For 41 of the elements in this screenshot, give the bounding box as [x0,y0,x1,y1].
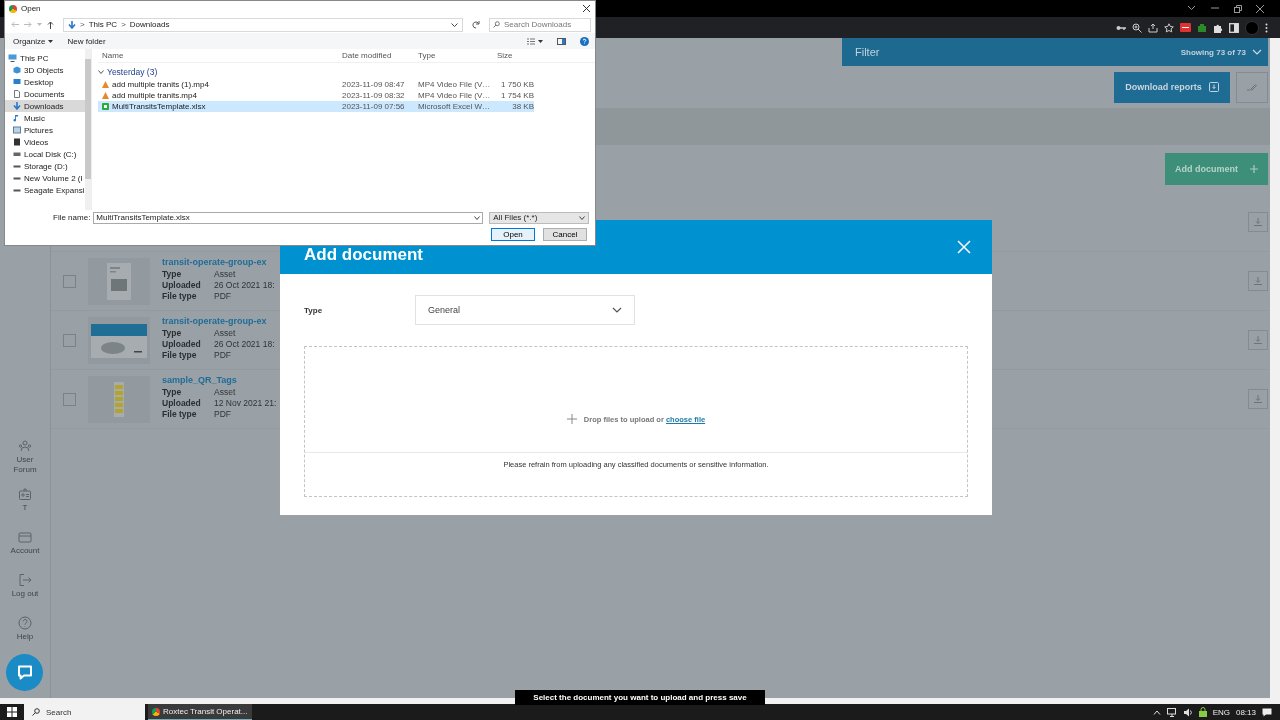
path-separator: > [80,20,85,29]
field-value: Asset [214,328,236,339]
field-value: PDF [214,291,231,302]
field-value: PDF [214,409,231,420]
field-label: File type [162,409,198,420]
file-type: MP4 Video File (V… [418,91,492,100]
field-label: Uploaded [162,398,202,409]
field-label: Uploaded [162,339,202,350]
field-label: Uploaded [162,280,202,291]
file-size: 1 754 KB [500,91,534,100]
field-value: 26 Oct 2021 18: [214,280,275,291]
file-name: add multiple tranits.mp4 [112,91,197,100]
file-date: 2023-11-09 08:32 [342,91,406,100]
field-label: Type [162,269,183,280]
file-size: 38 KB [511,102,534,111]
field-value: Asset [214,269,236,280]
file-type: MP4 Video File (V… [418,80,492,89]
app-label: Roxtec Transit Operat... [163,707,248,716]
filter-label: Filter [855,46,881,58]
field-value: 12 Nov 2021 21: [214,398,277,409]
dialog-title: Add document [304,245,423,265]
window-title: Open [21,4,41,13]
file-name-label: File name: [53,213,91,222]
field-value: PDF [214,350,231,361]
file-date: 2023-11-09 07:56 [342,102,406,111]
file-name: MultiTransitsTemplate.xlsx [112,102,206,111]
result-count: Showing 73 of 73 [1180,47,1246,57]
file-date: 2023-11-09 08:47 [342,80,406,89]
type-label: Type [304,305,324,315]
field-label: Type [162,387,183,398]
field-value: Asset [214,387,236,398]
search-label: Search [46,707,72,717]
file-type: Microsoft Excel W… [418,102,491,111]
field-value: 26 Oct 2021 18: [214,339,275,350]
file-size: 1 750 KB [500,80,534,89]
field-label: File type [162,350,198,361]
field-label: Type [162,328,183,339]
tooltip: Select the document you want to upload and press save [515,690,765,705]
file-name: add multiple tranits (1).mp4 [112,80,209,89]
path-separator: > [121,20,126,29]
field-label: File type [162,291,198,302]
